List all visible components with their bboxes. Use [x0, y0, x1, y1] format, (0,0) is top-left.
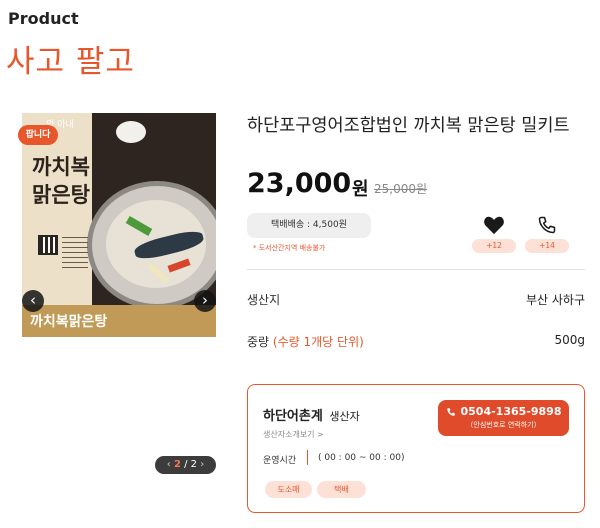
section-title: 사고 팔고	[6, 44, 135, 80]
seller-role: 생산자	[329, 410, 360, 423]
pager-current: 2	[173, 459, 181, 470]
like-button[interactable]: +12	[472, 214, 516, 253]
hours-label: 운영시간	[263, 456, 297, 466]
hours-value: ( 00 : 00 ~ 00 : 00)	[318, 453, 405, 463]
image-title-line2: 맑은탕	[32, 183, 90, 207]
prev-image-button[interactable]: ‹	[22, 290, 44, 312]
divider	[247, 269, 585, 270]
seller-card: 하단어촌계 생산자 생산자소개보기 > 운영시간 ( 00 : 00 ~ 00 …	[247, 384, 585, 513]
seller-intro-link[interactable]: 생산자소개보기 >	[263, 429, 324, 440]
pager-total: 2	[190, 459, 198, 470]
phone-icon	[525, 214, 569, 236]
call-button[interactable]: +14	[525, 214, 569, 253]
product-price: 23,000	[247, 168, 352, 199]
section-label: Product	[8, 9, 79, 28]
like-count: +12	[472, 239, 516, 253]
seller-phone: 0504-1365-9898	[460, 405, 562, 418]
qr-code-icon	[38, 235, 58, 255]
origin-label: 생산지	[247, 293, 281, 307]
pager-separator: /	[184, 459, 188, 470]
chevron-right-icon: ›	[202, 291, 208, 309]
phone-icon	[446, 407, 455, 416]
seller-name-row: 하단어촌계 생산자	[263, 405, 360, 424]
image-pager[interactable]: ‹ 2 / 2 ›	[155, 456, 216, 474]
weight-label-row: 중량 (수량 1개당 단위)	[247, 333, 364, 350]
seller-tag-delivery: 택배	[317, 481, 366, 498]
hours-divider	[307, 450, 308, 465]
call-count: +14	[525, 239, 569, 253]
product-name: 하단포구영어조합법인 까치복 맑은탕 밀키트	[247, 116, 570, 136]
pager-prev-icon[interactable]: ‹	[167, 459, 171, 470]
seller-call-button[interactable]: 0504-1365-9898 (안심번호로 연락하기)	[438, 400, 569, 436]
weight-hint: (수량 1개당 단위)	[272, 335, 364, 349]
product-image[interactable]: 의 아내 까치복 맑은탕 까치복맑은탕	[22, 113, 216, 337]
sale-badge: 팝니다	[18, 125, 58, 145]
seller-name: 하단어촌계	[263, 409, 323, 424]
heart-icon	[472, 214, 516, 236]
origin-value: 부산 사하구	[525, 293, 585, 307]
image-fine-print	[62, 237, 88, 271]
shipping-fee: 택배배송 : 4,500원	[247, 213, 371, 238]
original-price: 25,000원	[374, 182, 428, 196]
weight-label: 중량	[247, 335, 270, 349]
seller-phone-sub: (안심번호로 연락하기)	[470, 421, 537, 429]
seller-tag-wholesale: 도소매	[265, 481, 312, 498]
shipping-note: * 도서산간지역 배송불가	[253, 244, 326, 252]
image-brand-logo	[116, 121, 146, 143]
next-image-button[interactable]: ›	[194, 290, 216, 312]
price-currency: 원	[352, 179, 369, 200]
image-caption: 까치복맑은탕	[30, 314, 108, 330]
chevron-left-icon: ‹	[30, 291, 36, 309]
image-pot	[87, 181, 216, 309]
pager-next-icon[interactable]: ›	[200, 459, 204, 470]
image-title-line1: 까치복	[32, 155, 90, 179]
weight-value: 500g	[554, 333, 585, 347]
